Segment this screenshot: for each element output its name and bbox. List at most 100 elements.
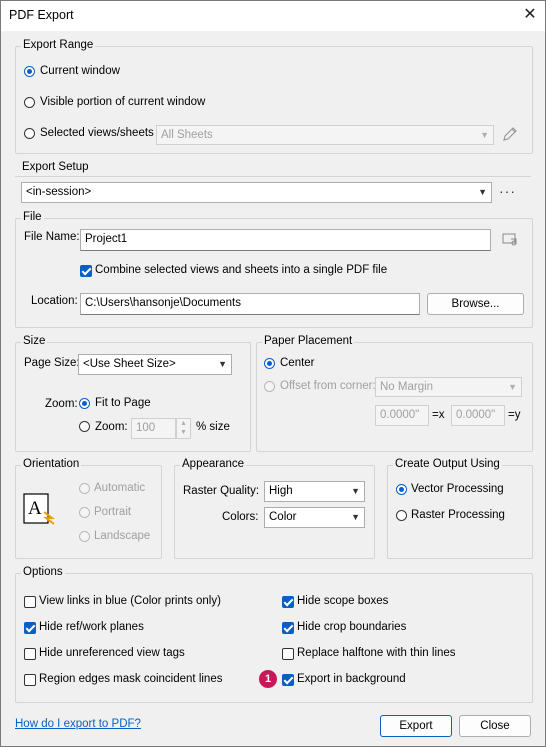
colors-select[interactable]: Color ▼: [264, 507, 365, 528]
page-size-value: <Use Sheet Size>: [83, 358, 176, 370]
visible-portion-label[interactable]: Visible portion of current window: [40, 96, 205, 108]
colors-value: Color: [269, 511, 297, 523]
landscape-label[interactable]: Landscape: [94, 530, 150, 542]
current-window-radio[interactable]: [24, 66, 35, 77]
replace-halftone-checkbox[interactable]: [282, 648, 294, 660]
export-setup-divider: [15, 176, 531, 177]
hide-scope-label[interactable]: Hide scope boxes: [297, 595, 388, 607]
chevron-down-icon: ▼: [478, 187, 487, 197]
center-radio[interactable]: [264, 358, 275, 369]
region-edges-checkbox[interactable]: [24, 674, 36, 686]
chevron-down-icon: ▼: [508, 382, 517, 392]
portrait-label[interactable]: Portrait: [94, 506, 131, 518]
paper-placement-title: Paper Placement: [262, 335, 355, 347]
raster-processing-label[interactable]: Raster Processing: [411, 509, 505, 521]
offset-x-label: =x: [432, 409, 445, 421]
raster-processing-radio[interactable]: [396, 510, 407, 521]
zoom-label: Zoom:: [45, 398, 78, 410]
zoom-radio[interactable]: [79, 421, 90, 432]
page-size-select[interactable]: <Use Sheet Size> ▼: [78, 354, 232, 375]
current-window-label[interactable]: Current window: [40, 65, 120, 77]
hide-scope-checkbox[interactable]: [282, 596, 294, 608]
options-title: Options: [21, 566, 65, 578]
dialog-title: PDF Export: [9, 8, 74, 22]
zoom-unit-label: % size: [196, 421, 230, 433]
view-links-checkbox[interactable]: [24, 596, 36, 608]
file-title: File: [21, 211, 44, 223]
location-input[interactable]: C:\Users\hansonje\Documents: [80, 293, 420, 315]
svg-text:A: A: [28, 498, 42, 519]
export-setup-select[interactable]: <in-session> ▼: [21, 182, 492, 203]
orientation-preview-icon: A: [22, 492, 60, 526]
step-badge: 1: [259, 670, 277, 688]
chevron-down-icon: ▼: [218, 359, 227, 369]
offset-y-label: =y: [508, 409, 521, 421]
hide-unref-checkbox[interactable]: [24, 648, 36, 660]
center-label[interactable]: Center: [280, 357, 315, 369]
offset-radio[interactable]: [264, 381, 275, 392]
replace-halftone-label[interactable]: Replace halftone with thin lines: [297, 647, 456, 659]
automatic-radio[interactable]: [79, 483, 90, 494]
close-button[interactable]: Close: [459, 715, 531, 737]
zoom-spinner[interactable]: ▲ ▼: [176, 418, 191, 439]
create-output-title: Create Output Using: [393, 458, 502, 470]
combine-label[interactable]: Combine selected views and sheets into a…: [95, 264, 387, 276]
orientation-title: Orientation: [21, 458, 82, 470]
region-edges-label[interactable]: Region edges mask coincident lines: [39, 673, 222, 685]
chevron-down-icon: ▼: [480, 130, 489, 140]
export-setup-value: <in-session>: [26, 186, 92, 198]
colors-label: Colors:: [222, 511, 259, 523]
appearance-title: Appearance: [180, 458, 247, 470]
sheets-select[interactable]: All Sheets ▼: [156, 125, 494, 145]
export-range-title: Export Range: [21, 39, 96, 51]
fit-to-page-label[interactable]: Fit to Page: [95, 397, 151, 409]
export-button[interactable]: Export: [380, 715, 452, 737]
export-background-label[interactable]: Export in background: [297, 673, 406, 685]
hide-crop-label[interactable]: Hide crop boundaries: [297, 621, 406, 633]
portrait-radio[interactable]: [79, 507, 90, 518]
raster-quality-value: High: [269, 485, 293, 497]
browse-button[interactable]: Browse...: [427, 293, 524, 315]
export-background-checkbox[interactable]: [282, 674, 294, 686]
title-bar: [1, 1, 545, 31]
landscape-radio[interactable]: [79, 531, 90, 542]
zoom-option-label[interactable]: Zoom:: [95, 421, 128, 433]
offset-y-input[interactable]: 0.0000": [451, 405, 505, 426]
location-label: Location:: [31, 295, 78, 307]
margin-value: No Margin: [380, 381, 434, 393]
file-browse-icon[interactable]: [500, 230, 520, 248]
margin-select[interactable]: No Margin ▼: [375, 377, 522, 397]
close-icon[interactable]: ✕: [519, 4, 541, 26]
page-size-label: Page Size:: [24, 357, 80, 369]
zoom-percent-input[interactable]: 100: [131, 418, 176, 439]
automatic-label[interactable]: Automatic: [94, 482, 145, 494]
hide-crop-checkbox[interactable]: [282, 622, 294, 634]
file-name-input[interactable]: Project1: [80, 229, 491, 251]
hide-unref-label[interactable]: Hide unreferenced view tags: [39, 647, 185, 659]
offset-x-input[interactable]: 0.0000": [375, 405, 429, 426]
chevron-down-icon: ▼: [351, 512, 360, 522]
spin-down-icon[interactable]: ▼: [177, 428, 190, 437]
sheets-select-value: All Sheets: [161, 129, 213, 141]
help-link[interactable]: How do I export to PDF?: [15, 718, 141, 730]
selected-views-label[interactable]: Selected views/sheets: [40, 127, 154, 139]
visible-portion-radio[interactable]: [24, 97, 35, 108]
combine-checkbox[interactable]: [80, 265, 92, 277]
raster-quality-select[interactable]: High ▼: [264, 481, 365, 502]
hide-ref-label[interactable]: Hide ref/work planes: [39, 621, 144, 633]
pencil-icon[interactable]: [500, 124, 520, 144]
more-options-icon[interactable]: ···: [499, 183, 516, 199]
file-name-label: File Name:: [24, 231, 80, 243]
vector-processing-radio[interactable]: [396, 484, 407, 495]
selected-views-radio[interactable]: [24, 128, 35, 139]
vector-processing-label[interactable]: Vector Processing: [411, 483, 504, 495]
view-links-label[interactable]: View links in blue (Color prints only): [39, 595, 221, 607]
hide-ref-checkbox[interactable]: [24, 622, 36, 634]
offset-label[interactable]: Offset from corner:: [280, 380, 376, 392]
raster-quality-label: Raster Quality:: [183, 485, 260, 497]
size-title: Size: [21, 335, 48, 347]
export-setup-title: Export Setup: [20, 161, 91, 173]
chevron-down-icon: ▼: [351, 486, 360, 496]
spin-up-icon[interactable]: ▲: [177, 419, 190, 428]
fit-to-page-radio[interactable]: [79, 398, 90, 409]
